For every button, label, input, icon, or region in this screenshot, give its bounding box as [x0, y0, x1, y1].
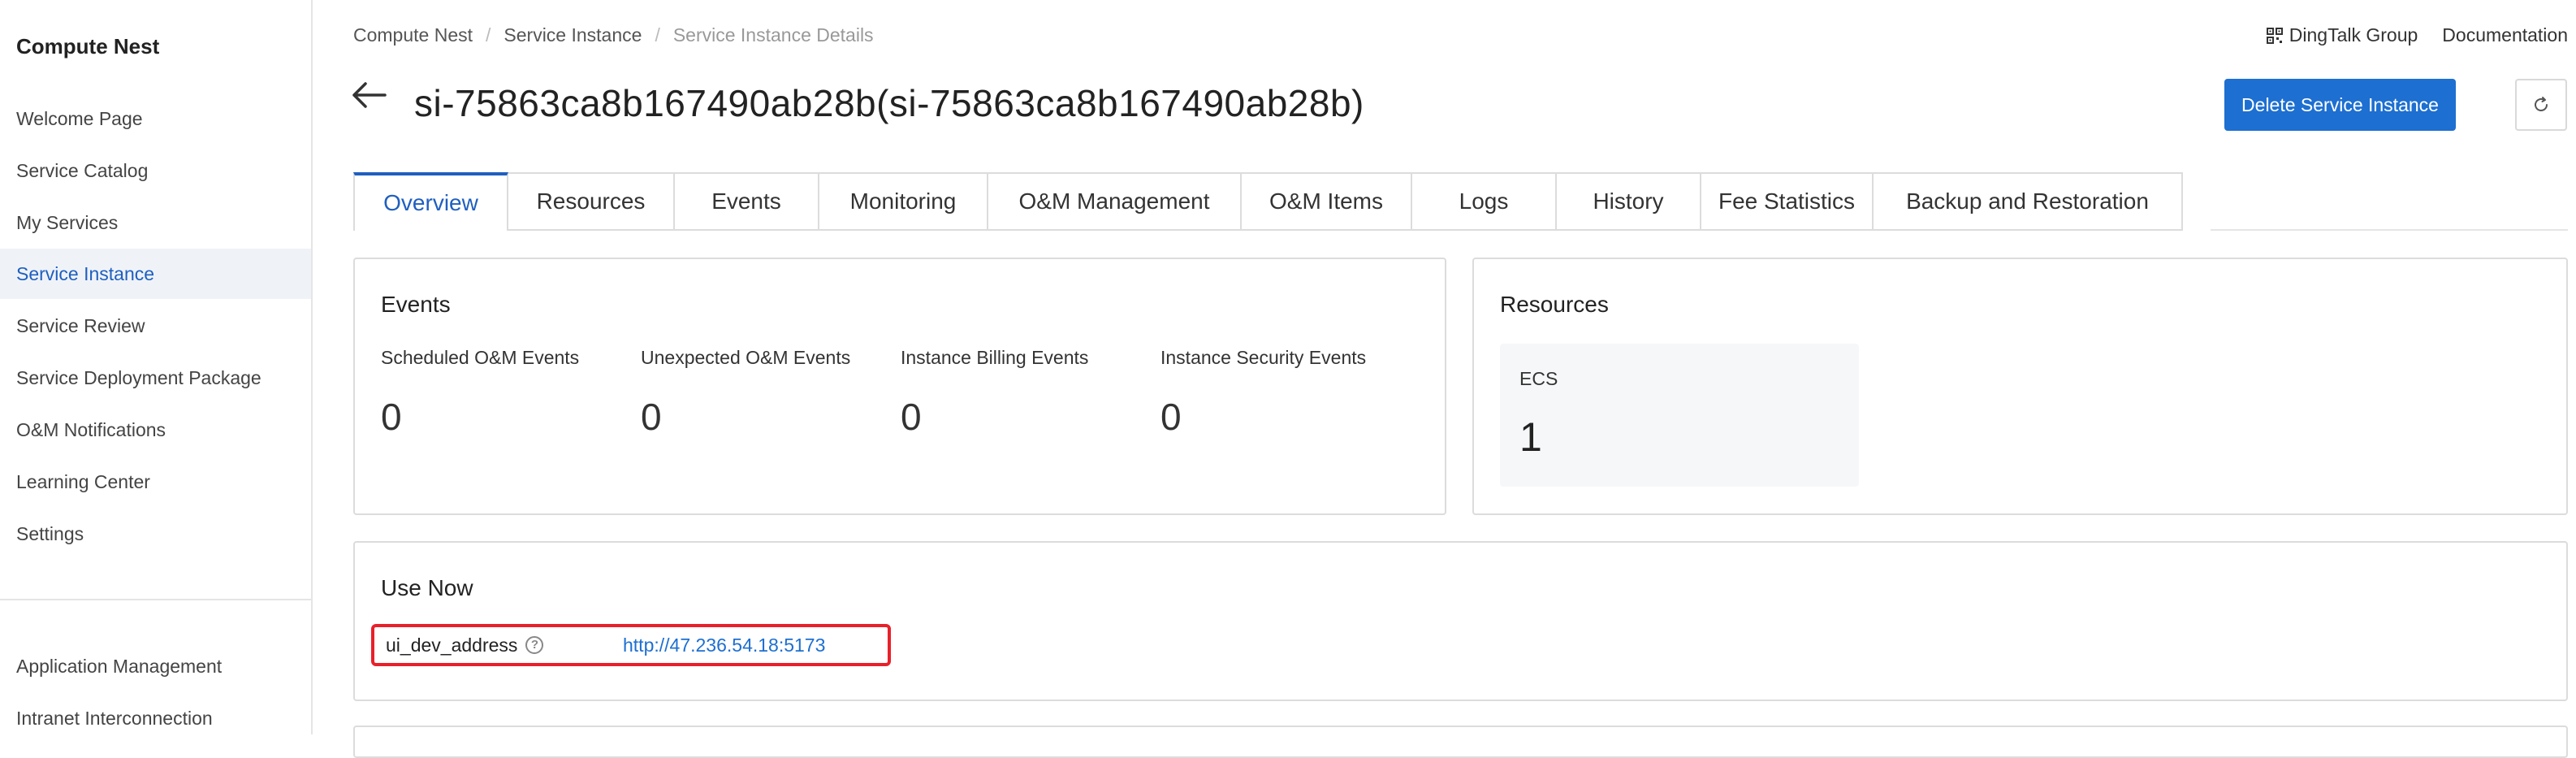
- top-links: DingTalk Group Documentation: [2266, 24, 2568, 46]
- tab-logs[interactable]: Logs: [1412, 172, 1557, 231]
- help-icon[interactable]: ?: [525, 636, 544, 654]
- breadcrumb-current: Service Instance Details: [672, 24, 874, 45]
- event-stat-value: 0: [1160, 396, 1182, 438]
- resources-card: Resources ECS 1: [1472, 258, 2568, 515]
- breadcrumb-separator: /: [655, 24, 660, 45]
- sidebar-item-service-instance[interactable]: Service Instance: [0, 249, 311, 299]
- tab-history[interactable]: History: [1557, 172, 1701, 231]
- tab-om-management[interactable]: O&M Management: [988, 172, 1242, 231]
- qr-code-icon: [2266, 27, 2283, 44]
- event-stat-value: 0: [641, 396, 662, 438]
- refresh-button[interactable]: [2515, 79, 2567, 131]
- sidebar-item-settings[interactable]: Settings: [0, 509, 311, 559]
- sidebar-brand: Compute Nest: [16, 34, 160, 58]
- events-card-title: Events: [381, 292, 451, 317]
- resource-stat-label: ECS: [1519, 368, 1558, 389]
- sidebar-item-service-review[interactable]: Service Review: [0, 301, 311, 351]
- delete-service-instance-button[interactable]: Delete Service Instance: [2224, 79, 2456, 131]
- sidebar: Compute Nest Welcome Page Service Catalo…: [0, 0, 313, 734]
- tab-resources[interactable]: Resources: [508, 172, 675, 231]
- sidebar-item-intranet-interconnection[interactable]: Intranet Interconnection: [0, 693, 311, 743]
- dingtalk-group-label: DingTalk Group: [2289, 24, 2418, 45]
- use-now-card-title: Use Now: [381, 575, 473, 600]
- event-stat-label: Scheduled O&M Events: [381, 347, 580, 368]
- sidebar-item-welcome-page[interactable]: Welcome Page: [0, 93, 311, 144]
- event-stat-label: Instance Billing Events: [901, 347, 1089, 368]
- page-title: si-75863ca8b167490ab28b(si-75863ca8b1674…: [414, 82, 1364, 124]
- sidebar-item-service-catalog[interactable]: Service Catalog: [0, 145, 311, 196]
- sidebar-item-application-management[interactable]: Application Management: [0, 641, 311, 691]
- sidebar-item-learning-center[interactable]: Learning Center: [0, 457, 311, 507]
- breadcrumb-service-instance[interactable]: Service Instance: [504, 24, 642, 45]
- breadcrumb: Compute Nest / Service Instance / Service In…: [353, 24, 874, 46]
- events-card: Events Scheduled O&M Events 0 Unexpected…: [353, 258, 1446, 515]
- event-stat-value: 0: [381, 396, 402, 438]
- tab-overview[interactable]: Overview: [353, 172, 508, 231]
- sidebar-item-service-deployment-package[interactable]: Service Deployment Package: [0, 353, 311, 403]
- documentation-link[interactable]: Documentation: [2442, 24, 2568, 46]
- refresh-icon: [2535, 97, 2548, 111]
- resource-stat-value: 1: [1519, 414, 1542, 460]
- breadcrumb-separator: /: [486, 24, 491, 45]
- sidebar-item-om-notifications[interactable]: O&M Notifications: [0, 405, 311, 455]
- breadcrumb-compute-nest[interactable]: Compute Nest: [353, 24, 473, 45]
- next-card: [353, 726, 2568, 758]
- use-now-row: ui_dev_address ? http://47.236.54.18:517…: [371, 624, 891, 666]
- event-stat-label: Unexpected O&M Events: [641, 347, 851, 368]
- tab-events[interactable]: Events: [675, 172, 819, 231]
- event-stat-label: Instance Security Events: [1160, 347, 1367, 368]
- tab-fee-statistics[interactable]: Fee Statistics: [1701, 172, 1874, 231]
- event-stat-unexpected: Unexpected O&M Events 0: [641, 347, 850, 439]
- event-stat-scheduled: Scheduled O&M Events 0: [381, 347, 579, 439]
- tab-backup-and-restoration[interactable]: Backup and Restoration: [1874, 172, 2183, 231]
- use-now-url-link[interactable]: http://47.236.54.18:5173: [623, 635, 825, 656]
- event-stat-value: 0: [901, 396, 922, 438]
- back-arrow-icon[interactable]: [351, 81, 387, 109]
- tab-om-items[interactable]: O&M Items: [1242, 172, 1412, 231]
- use-now-key-label: ui_dev_address: [386, 634, 518, 656]
- tabs-baseline: [2211, 229, 2568, 231]
- tab-bar: Overview Resources Events Monitoring O&M…: [353, 172, 2183, 231]
- sidebar-item-my-services[interactable]: My Services: [0, 197, 311, 248]
- use-now-key: ui_dev_address ?: [386, 634, 544, 656]
- tab-monitoring[interactable]: Monitoring: [819, 172, 988, 231]
- dingtalk-group-link[interactable]: DingTalk Group: [2266, 24, 2418, 46]
- event-stat-billing: Instance Billing Events 0: [901, 347, 1088, 439]
- event-stat-security: Instance Security Events 0: [1160, 347, 1366, 439]
- sidebar-divider: [0, 599, 311, 600]
- use-now-card: Use Now ui_dev_address ? http://47.236.5…: [353, 541, 2568, 701]
- resources-card-title: Resources: [1500, 292, 1609, 317]
- resource-stat-ecs[interactable]: ECS 1: [1500, 344, 1859, 487]
